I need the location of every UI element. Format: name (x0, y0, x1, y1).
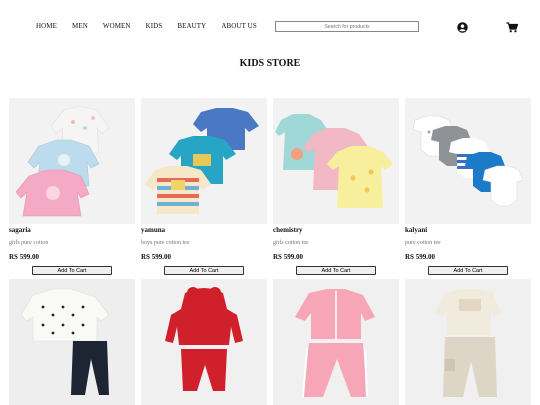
product-price: RS 599.00 (141, 253, 171, 261)
nav-beauty[interactable]: BEAUTY (177, 22, 206, 30)
product-description: boys pure cotton tee (141, 240, 190, 246)
user-circle-icon[interactable] (457, 22, 468, 33)
product-image[interactable] (9, 98, 135, 224)
product-card: chemistry girls cotton tee RS 599.00 Add… (273, 98, 399, 275)
product-name[interactable]: sagaria (9, 226, 135, 234)
search-input[interactable] (275, 21, 419, 32)
nav-kids[interactable]: KIDS (146, 22, 163, 30)
product-name[interactable]: kalyani (405, 226, 531, 234)
product-card (9, 279, 135, 405)
product-price: RS 599.00 (273, 253, 303, 261)
product-card (273, 279, 399, 405)
product-card (141, 279, 267, 405)
product-description: girls pure cotton (9, 240, 49, 246)
product-price: RS 599.00 (9, 253, 39, 261)
product-card: yamuna boys pure cotton tee RS 599.00 Ad… (141, 98, 267, 275)
product-name[interactable]: yamuna (141, 226, 267, 234)
product-description: girls cotton tee (273, 240, 309, 246)
product-image[interactable] (405, 279, 531, 405)
product-description: pure cotton tee (405, 240, 441, 246)
main-nav: HOME MEN WOMEN KIDS BEAUTY ABOUT US (36, 22, 257, 30)
nav-men[interactable]: MEN (72, 22, 88, 30)
product-card: sagaria girls pure cotton RS 599.00 Add … (9, 98, 135, 275)
nav-women[interactable]: WOMEN (103, 22, 131, 30)
product-card (405, 279, 531, 405)
product-card: kalyani pure cotton tee RS 599.00 Add To… (405, 98, 531, 275)
product-image[interactable] (9, 279, 135, 405)
nav-home[interactable]: HOME (36, 22, 57, 30)
add-to-cart-button[interactable]: Add To Cart (32, 266, 112, 275)
product-image[interactable] (141, 98, 267, 224)
product-price: RS 599.00 (405, 253, 435, 261)
product-image[interactable] (141, 279, 267, 405)
add-to-cart-button[interactable]: Add To Cart (428, 266, 508, 275)
add-to-cart-button[interactable]: Add To Cart (296, 266, 376, 275)
nav-about-us[interactable]: ABOUT US (221, 22, 256, 30)
product-image[interactable] (405, 98, 531, 224)
page-title: KIDS STORE (239, 58, 301, 69)
product-name[interactable]: chemistry (273, 226, 399, 234)
product-image[interactable] (273, 279, 399, 405)
product-image[interactable] (273, 98, 399, 224)
shopping-cart-icon[interactable] (506, 22, 518, 33)
add-to-cart-button[interactable]: Add To Cart (164, 266, 244, 275)
